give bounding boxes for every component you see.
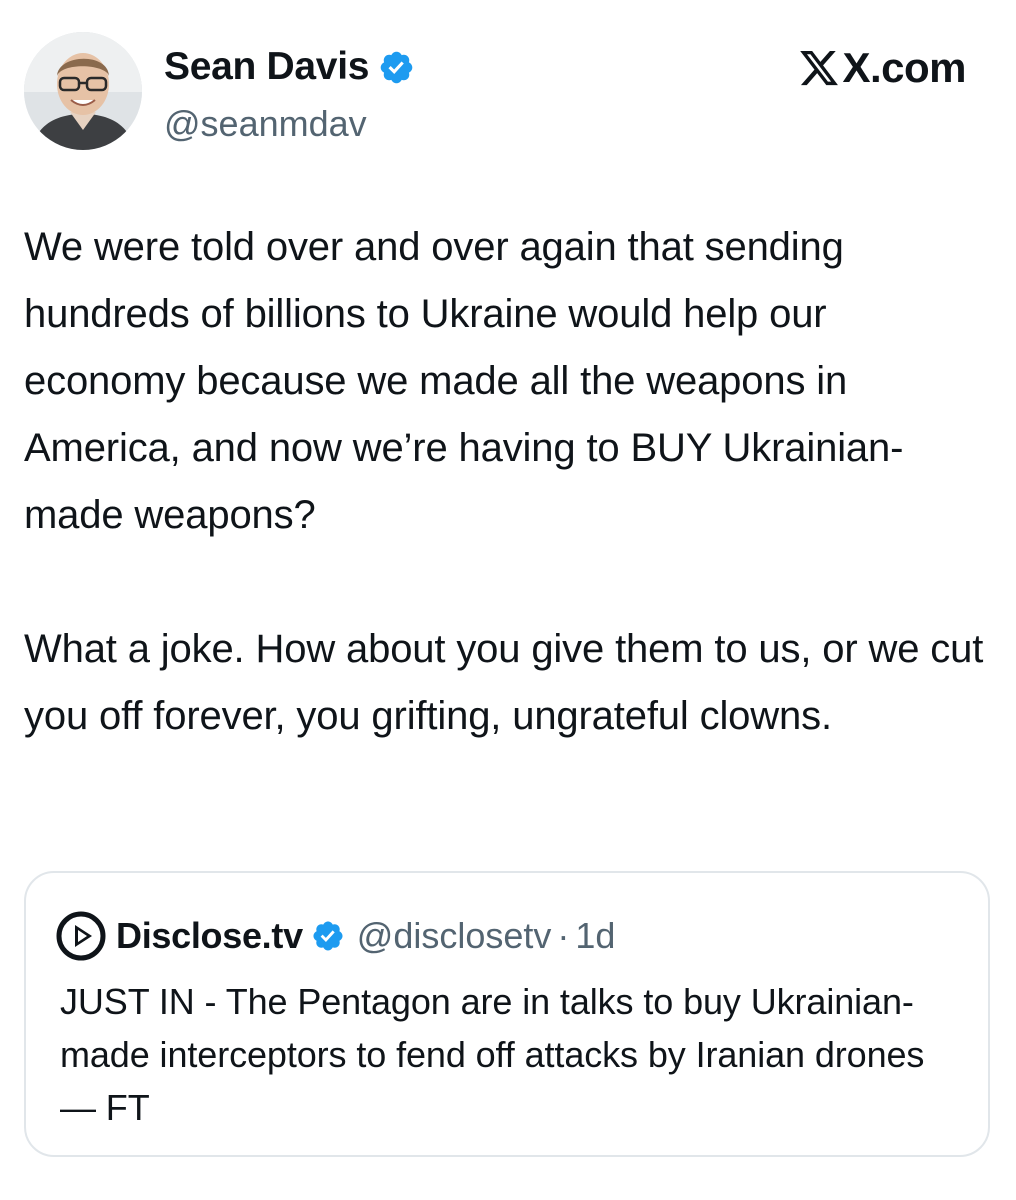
brand-watermark: X.com	[798, 44, 966, 92]
quoted-verified-badge-icon	[311, 919, 345, 953]
author-avatar[interactable]	[24, 32, 142, 150]
author-display-name[interactable]: Sean Davis	[164, 44, 369, 90]
quoted-tweet-text: JUST IN - The Pentagon are in talks to b…	[60, 981, 925, 1128]
tweet-paragraph-1: We were told over and over again that se…	[24, 225, 904, 537]
author-handle[interactable]: @seanmdav	[164, 102, 367, 146]
quoted-tweet-header: Disclose.tv @disclosetv · 1d	[56, 911, 615, 961]
quoted-author-handle[interactable]: @disclosetv	[357, 914, 552, 958]
quoted-timestamp[interactable]: 1d	[575, 914, 615, 958]
brand-label: X.com	[842, 44, 966, 91]
avatar-image	[24, 32, 142, 150]
tweet-header: Sean Davis @seanmdav X.com	[24, 30, 984, 154]
x-logo-icon	[798, 47, 840, 89]
quoted-author-name[interactable]: Disclose.tv	[116, 914, 303, 958]
verified-badge-icon	[378, 49, 415, 86]
meta-separator: ·	[557, 915, 570, 956]
disclose-tv-logo-icon[interactable]	[56, 911, 106, 961]
quoted-tweet-card[interactable]: Disclose.tv @disclosetv · 1d JUST IN - T…	[24, 871, 990, 1157]
author-name-row: Sean Davis	[164, 44, 415, 90]
tweet-paragraph-2: What a joke. How about you give them to …	[24, 627, 984, 738]
tweet-body: We were told over and over again that se…	[24, 214, 994, 750]
